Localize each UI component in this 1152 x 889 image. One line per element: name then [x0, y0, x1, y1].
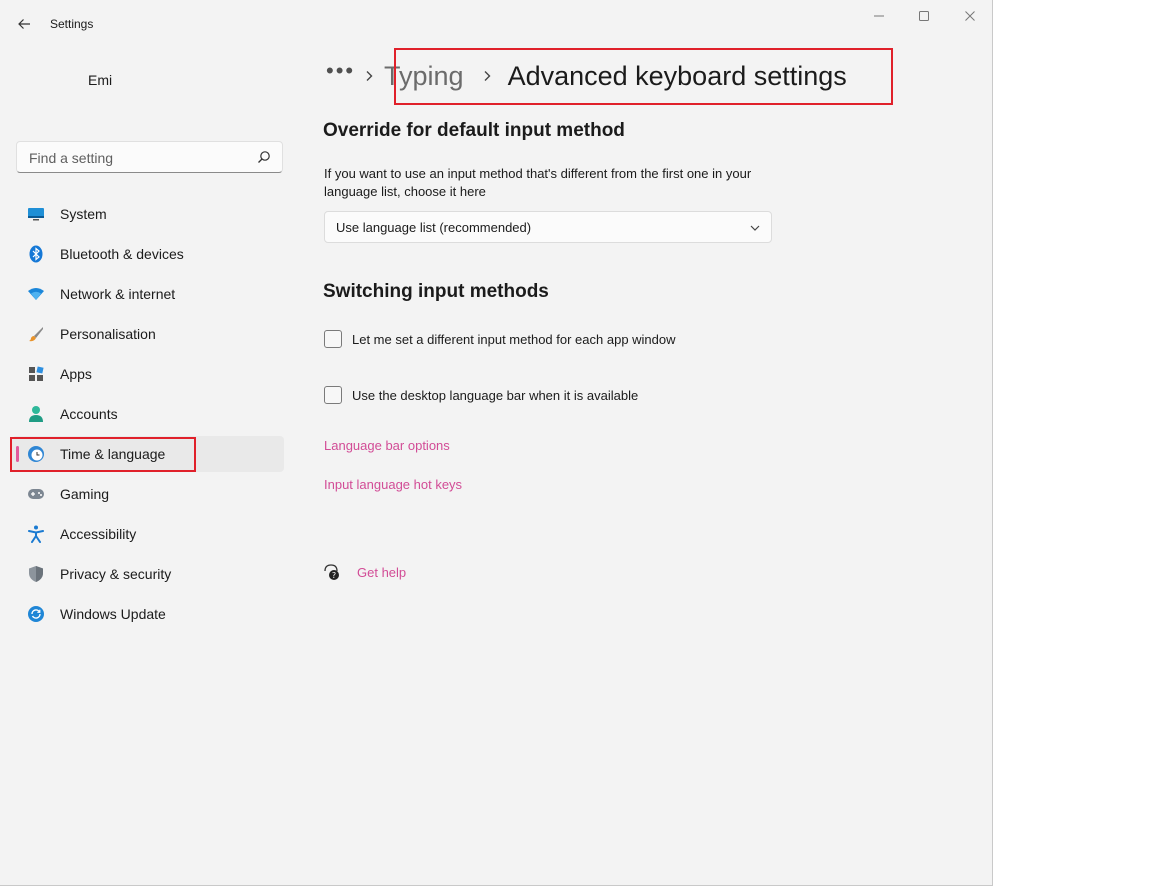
sidebar-item-label: System: [60, 206, 107, 222]
override-section-title: Override for default input method: [323, 120, 625, 141]
search-icon[interactable]: [257, 150, 271, 164]
breadcrumb: ••• Typing Advanced keyboard settings: [326, 56, 847, 96]
breadcrumb-more-button[interactable]: •••: [326, 58, 358, 84]
chevron-right-icon: [358, 65, 380, 87]
svg-text:?: ?: [332, 571, 336, 580]
sidebar-nav: System Bluetooth & devices Network & int…: [12, 196, 284, 636]
minimize-icon: [874, 15, 884, 17]
sidebar-item-label: Time & language: [60, 446, 166, 462]
checkbox-label: Let me set a different input method for …: [352, 331, 676, 347]
minimize-button[interactable]: [867, 6, 891, 26]
close-button[interactable]: [958, 6, 982, 26]
sidebar-item-label: Personalisation: [60, 326, 156, 342]
apps-icon: [27, 365, 45, 383]
sidebar-item-privacy[interactable]: Privacy & security: [12, 556, 284, 592]
sidebar-item-apps[interactable]: Apps: [12, 356, 284, 392]
sidebar-item-label: Network & internet: [60, 286, 176, 302]
per-app-input-checkbox[interactable]: [324, 330, 342, 348]
input-method-dropdown[interactable]: Use language list (recommended): [324, 211, 772, 243]
language-bar-options-link[interactable]: Language bar options: [324, 438, 450, 453]
sidebar-item-label: Accounts: [60, 406, 118, 422]
get-help-row[interactable]: ? Get help: [323, 563, 406, 581]
app-title: Settings: [50, 17, 94, 31]
chevron-right-icon: [476, 65, 498, 87]
sidebar-item-time-language[interactable]: Time & language: [12, 436, 284, 472]
sidebar-item-label: Windows Update: [60, 606, 166, 622]
sidebar-item-label: Bluetooth & devices: [60, 246, 184, 262]
globe-clock-icon: [27, 445, 45, 463]
sidebar-item-label: Apps: [60, 366, 92, 382]
language-bar-checkbox[interactable]: [324, 386, 342, 404]
gamepad-icon: [27, 485, 45, 503]
sidebar-item-accessibility[interactable]: Accessibility: [12, 516, 284, 552]
sidebar-item-bluetooth[interactable]: Bluetooth & devices: [12, 236, 284, 272]
bluetooth-icon: [27, 245, 45, 263]
input-language-hot-keys-link[interactable]: Input language hot keys: [324, 477, 462, 492]
help-icon: ?: [324, 564, 339, 580]
breadcrumb-typing-link[interactable]: Typing: [384, 61, 464, 92]
update-icon: [27, 605, 45, 623]
search-box[interactable]: [16, 141, 283, 173]
account-icon: [27, 405, 45, 423]
page-title: Advanced keyboard settings: [507, 60, 847, 91]
title-bar: Settings: [0, 0, 992, 48]
get-help-link[interactable]: Get help: [357, 565, 406, 580]
maximize-icon: [919, 11, 929, 21]
brush-icon: [27, 325, 45, 343]
override-description: If you want to use an input method that'…: [324, 166, 752, 199]
selection-indicator: [16, 446, 19, 462]
back-button[interactable]: [14, 14, 34, 34]
back-arrow-icon: [18, 19, 30, 29]
per-app-input-checkbox-row[interactable]: Let me set a different input method for …: [324, 330, 676, 348]
user-name: Emi: [88, 72, 113, 88]
close-icon: [965, 11, 975, 21]
sidebar-item-label: Accessibility: [60, 526, 137, 542]
sidebar-item-gaming[interactable]: Gaming: [12, 476, 284, 512]
sidebar-item-system[interactable]: System: [12, 196, 284, 232]
maximize-button[interactable]: [912, 6, 936, 26]
sidebar-item-label: Gaming: [60, 486, 110, 502]
sidebar-item-personalisation[interactable]: Personalisation: [12, 316, 284, 352]
accessibility-icon: [27, 525, 45, 543]
shield-icon: [27, 565, 45, 583]
sidebar-item-accounts[interactable]: Accounts: [12, 396, 284, 432]
checkbox-label: Use the desktop language bar when it is …: [352, 387, 639, 403]
sidebar-item-label: Privacy & security: [60, 566, 172, 582]
switching-section-title: Switching input methods: [323, 281, 549, 302]
wifi-icon: [27, 285, 45, 303]
settings-window: Settings Emi System Blueto: [0, 0, 993, 886]
dropdown-value: Use language list (recommended): [336, 220, 532, 235]
sidebar-item-network[interactable]: Network & internet: [12, 276, 284, 312]
sidebar-item-windows-update[interactable]: Windows Update: [12, 596, 284, 632]
chevron-down-icon: [750, 225, 760, 231]
language-bar-checkbox-row[interactable]: Use the desktop language bar when it is …: [324, 386, 638, 404]
system-icon: [27, 205, 45, 223]
search-input[interactable]: [27, 148, 251, 168]
